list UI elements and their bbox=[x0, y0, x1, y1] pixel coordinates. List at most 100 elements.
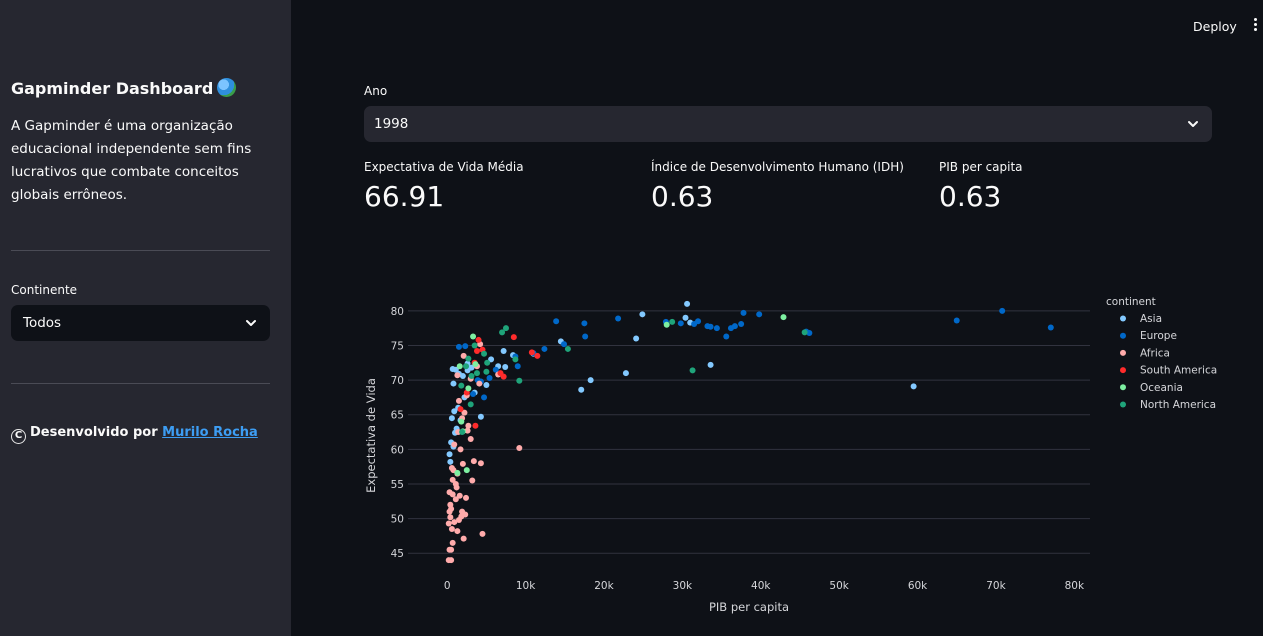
sidebar-description: A Gapminder é uma organização educaciona… bbox=[11, 118, 252, 203]
data-point bbox=[468, 372, 475, 379]
main-menu-icon[interactable] bbox=[1250, 18, 1260, 36]
data-point bbox=[514, 363, 521, 370]
data-point bbox=[500, 348, 507, 355]
data-point bbox=[500, 373, 507, 380]
data-point bbox=[669, 318, 676, 325]
data-point bbox=[707, 323, 714, 330]
data-point bbox=[467, 435, 474, 442]
data-point bbox=[448, 415, 455, 422]
data-point bbox=[622, 370, 629, 377]
data-point bbox=[581, 320, 588, 327]
data-point bbox=[564, 345, 571, 352]
data-point bbox=[695, 318, 702, 325]
data-point bbox=[502, 363, 509, 370]
data-point bbox=[448, 557, 455, 564]
legend-marker bbox=[1120, 401, 1126, 408]
data-point bbox=[484, 359, 491, 366]
chevron-down-icon bbox=[1188, 121, 1198, 127]
sidebar-footer: C Desenvolvido por Murilo Rocha bbox=[11, 425, 258, 444]
data-point bbox=[455, 343, 462, 350]
data-point bbox=[910, 383, 917, 390]
data-point bbox=[450, 380, 457, 387]
legend-entry: South America bbox=[1140, 365, 1217, 377]
metric-life-expectancy: Expectativa de Vida Média 66.91 bbox=[364, 160, 524, 213]
metric-label: Índice de Desenvolvimento Humano (IDH) bbox=[651, 160, 904, 174]
data-point bbox=[454, 528, 461, 535]
data-point bbox=[633, 335, 640, 342]
sidebar-divider bbox=[11, 250, 270, 251]
data-point bbox=[516, 444, 523, 451]
data-point bbox=[481, 350, 488, 357]
y-tick-label: 65 bbox=[391, 410, 404, 422]
data-point bbox=[458, 382, 465, 389]
data-point bbox=[780, 314, 787, 321]
data-point bbox=[953, 317, 960, 324]
data-point bbox=[458, 418, 465, 425]
x-tick-label: 50k bbox=[829, 580, 849, 592]
x-tick-label: 20k bbox=[594, 580, 614, 592]
data-point bbox=[587, 377, 594, 384]
data-point bbox=[510, 334, 517, 341]
data-point bbox=[465, 355, 472, 362]
data-point bbox=[457, 446, 464, 453]
y-axis-label: Expectativa de Vida bbox=[364, 378, 378, 493]
legend-entry: North America bbox=[1140, 399, 1216, 411]
data-point bbox=[483, 368, 490, 375]
data-point bbox=[528, 349, 535, 356]
data-point bbox=[470, 390, 477, 397]
year-select[interactable]: 1998 bbox=[364, 106, 1212, 142]
data-point bbox=[499, 329, 506, 336]
author-link[interactable]: Murilo Rocha bbox=[162, 425, 258, 440]
data-point bbox=[512, 356, 519, 363]
legend-marker bbox=[1120, 332, 1126, 339]
data-point bbox=[459, 460, 466, 467]
data-point bbox=[454, 469, 461, 476]
data-point bbox=[663, 321, 670, 328]
data-point bbox=[475, 336, 482, 343]
data-point bbox=[534, 352, 541, 359]
data-point bbox=[470, 333, 477, 340]
data-point bbox=[454, 372, 461, 379]
data-point bbox=[486, 375, 493, 382]
x-tick-label: 30k bbox=[673, 580, 693, 592]
data-point bbox=[446, 489, 453, 496]
data-point bbox=[455, 397, 462, 404]
chevron-down-icon bbox=[246, 320, 256, 326]
copyright-icon: C bbox=[11, 429, 26, 444]
scatter-chart[interactable]: 45 50 55 60 65 70 75 80 0 10k 20k 30k 40k 50k 60k 70k 80… bbox=[355, 285, 1225, 625]
data-point bbox=[553, 318, 560, 325]
data-point bbox=[756, 311, 763, 318]
sidebar-divider bbox=[11, 383, 270, 384]
data-point bbox=[801, 329, 808, 336]
legend-title: continent bbox=[1106, 296, 1156, 308]
continent-label: Continente bbox=[11, 283, 78, 297]
data-point bbox=[473, 348, 480, 355]
data-point bbox=[639, 311, 646, 318]
data-point bbox=[684, 300, 691, 307]
data-point bbox=[447, 514, 454, 521]
x-tick-label: 60k bbox=[908, 580, 928, 592]
metric-label: PIB per capita bbox=[939, 160, 1023, 174]
data-point bbox=[1047, 324, 1054, 331]
data-point bbox=[465, 385, 472, 392]
data-point bbox=[448, 465, 455, 472]
data-point bbox=[446, 546, 453, 553]
data-point bbox=[457, 406, 464, 413]
data-point bbox=[470, 458, 477, 465]
deploy-button[interactable]: Deploy bbox=[1193, 19, 1237, 34]
data-point bbox=[682, 314, 689, 321]
metric-gdp-per-capita: PIB per capita 0.63 bbox=[939, 160, 1023, 213]
data-point bbox=[472, 422, 479, 429]
data-point bbox=[469, 477, 476, 484]
continent-select[interactable]: Todos bbox=[11, 305, 270, 341]
data-point bbox=[738, 321, 745, 328]
year-label: Ano bbox=[364, 84, 388, 98]
legend-entry: Africa bbox=[1140, 347, 1170, 359]
year-select-value: 1998 bbox=[374, 116, 409, 132]
legend-entry: Asia bbox=[1140, 313, 1162, 325]
data-point bbox=[460, 535, 467, 542]
data-point bbox=[476, 380, 483, 387]
sidebar-title-text: Gapminder Dashboard bbox=[11, 79, 214, 98]
legend-marker bbox=[1120, 367, 1126, 374]
data-point bbox=[615, 315, 622, 322]
